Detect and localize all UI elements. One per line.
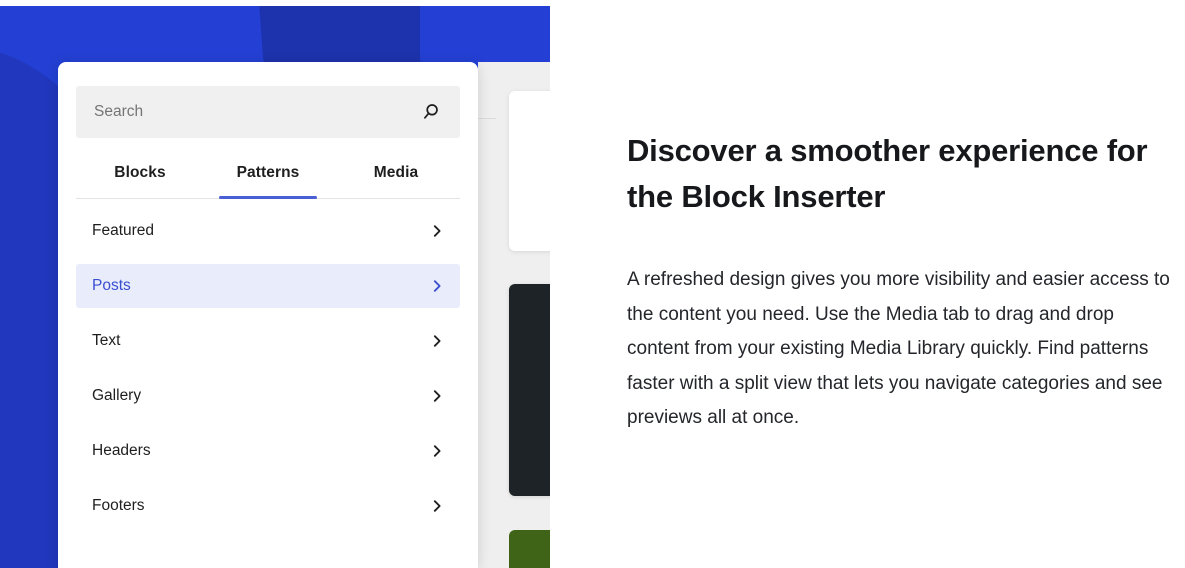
category-label: Gallery [92, 387, 142, 405]
hero-top-gap [0, 0, 550, 6]
category-item-posts[interactable]: Posts [76, 264, 460, 308]
category-item-headers[interactable]: Headers [76, 429, 460, 473]
category-item-footers[interactable]: Footers [76, 484, 460, 528]
chevron-right-icon [430, 499, 444, 513]
tab-media[interactable]: Media [332, 160, 460, 198]
screenshot-root: Blocks Patterns Media Featured Posts [0, 0, 1185, 568]
category-item-gallery[interactable]: Gallery [76, 374, 460, 418]
category-item-text[interactable]: Text [76, 319, 460, 363]
category-label: Footers [92, 497, 145, 515]
category-item-featured[interactable]: Featured [76, 209, 460, 253]
chevron-right-icon [430, 334, 444, 348]
chevron-right-icon [430, 389, 444, 403]
pattern-category-list: Featured Posts Text Gallery Headers Foot… [76, 209, 460, 528]
chevron-right-icon [430, 224, 444, 238]
body-paragraph: A refreshed design gives you more visibi… [627, 269, 1170, 429]
chevron-right-icon [430, 279, 444, 293]
tab-blocks[interactable]: Blocks [76, 160, 204, 198]
preview-card-dark[interactable] [509, 284, 550, 496]
block-inserter-panel: Blocks Patterns Media Featured Posts [58, 62, 478, 568]
panel-inner: Blocks Patterns Media Featured Posts [58, 86, 478, 528]
pattern-preview-column[interactable] [478, 62, 550, 568]
category-label: Posts [92, 277, 131, 295]
category-label: Featured [92, 222, 155, 240]
preview-divider [478, 118, 496, 119]
search-box[interactable] [76, 86, 460, 138]
page-title: Discover a smoother experience for the B… [627, 133, 1148, 214]
category-label: Headers [92, 442, 151, 460]
category-label: Text [92, 332, 121, 350]
chevron-right-icon [430, 444, 444, 458]
preview-card-green[interactable] [509, 530, 550, 568]
inserter-tabs: Blocks Patterns Media [76, 160, 460, 199]
copy-block: Discover a smoother experience for the B… [627, 128, 1175, 436]
search-icon[interactable] [420, 101, 442, 123]
tab-patterns[interactable]: Patterns [204, 160, 332, 199]
search-input[interactable] [94, 103, 420, 121]
preview-card-white[interactable] [509, 91, 550, 251]
